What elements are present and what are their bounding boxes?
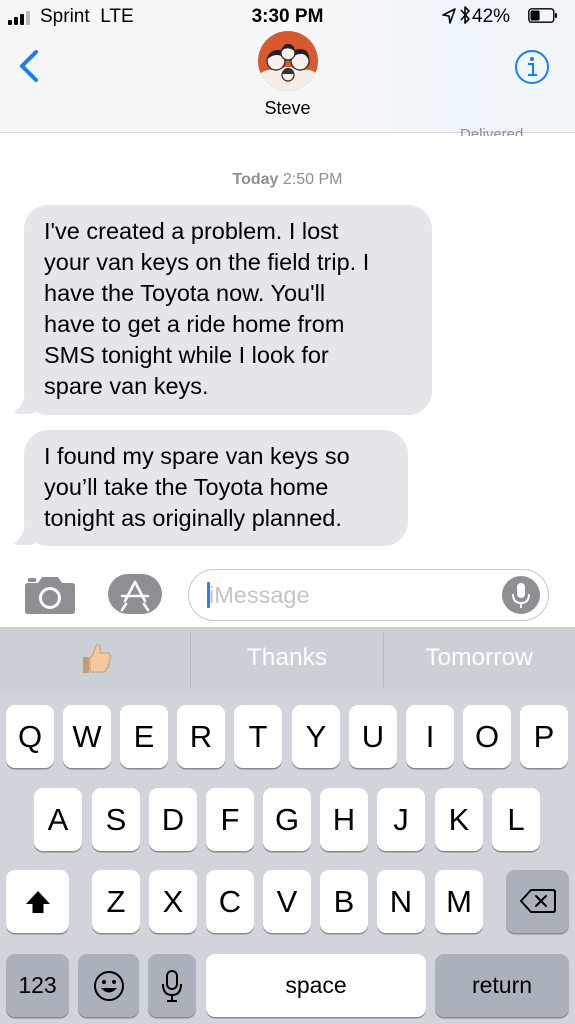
key-q[interactable]: Q xyxy=(6,705,54,768)
key-h[interactable]: H xyxy=(320,788,368,851)
message-bubble-incoming[interactable]: I've created a problem. I lost your van … xyxy=(24,205,432,415)
key-p[interactable]: P xyxy=(520,705,568,768)
key-w[interactable]: W xyxy=(63,705,111,768)
key-d[interactable]: D xyxy=(149,788,197,851)
numbers-key[interactable]: 123 xyxy=(6,954,69,1017)
shift-key[interactable] xyxy=(6,870,69,933)
chevron-left-icon xyxy=(20,50,38,82)
message-line: you’ll take the Toyota home xyxy=(44,474,329,500)
microphone-icon xyxy=(512,583,530,608)
bluetooth-icon xyxy=(460,6,470,24)
message-timestamp: Today 2:50 PM xyxy=(232,171,343,188)
key-u[interactable]: U xyxy=(349,705,397,768)
suggestion-thanks[interactable]: Thanks xyxy=(191,627,383,693)
key-m[interactable]: M xyxy=(435,870,483,933)
smiley-face-icon xyxy=(93,971,124,1001)
location-arrow-icon xyxy=(442,8,456,24)
camera-button[interactable] xyxy=(24,573,76,615)
key-v[interactable]: V xyxy=(263,870,311,933)
info-button[interactable] xyxy=(514,49,550,85)
key-t[interactable]: T xyxy=(234,705,282,768)
key-x[interactable]: X xyxy=(149,870,197,933)
key-r[interactable]: R xyxy=(177,705,225,768)
app-store-icon xyxy=(108,574,162,614)
message-line: I've created a problem. I lost xyxy=(44,218,339,244)
key-o[interactable]: O xyxy=(463,705,511,768)
message-line: SMS tonight while I look for xyxy=(44,342,329,368)
key-a[interactable]: A xyxy=(34,788,82,851)
backspace-icon xyxy=(519,889,556,913)
battery-percent: 42% xyxy=(472,6,511,27)
back-button[interactable] xyxy=(14,44,50,88)
delete-key[interactable] xyxy=(506,870,569,933)
key-z[interactable]: Z xyxy=(92,870,140,933)
key-s[interactable]: S xyxy=(92,788,140,851)
delivered-status: Delivered xyxy=(460,126,524,136)
key-k[interactable]: K xyxy=(435,788,483,851)
input-placeholder: iMessage xyxy=(209,582,310,608)
contact-name[interactable]: Steve xyxy=(0,98,575,119)
message-bubble-incoming[interactable]: I found my spare van keys so you’ll take… xyxy=(24,430,408,546)
suggestion-emoji[interactable] xyxy=(0,627,191,693)
key-e[interactable]: E xyxy=(120,705,168,768)
app-store-button[interactable] xyxy=(108,574,162,614)
key-c[interactable]: C xyxy=(206,870,254,933)
message-line: have the Toyota now. You'll xyxy=(44,280,326,306)
thumbs-up-emoji-icon xyxy=(82,643,111,673)
key-b[interactable]: B xyxy=(320,870,368,933)
key-f[interactable]: F xyxy=(206,788,254,851)
shift-arrow-icon xyxy=(25,891,50,913)
emoji-key[interactable] xyxy=(78,954,139,1017)
dictation-key[interactable] xyxy=(148,954,196,1017)
message-line: have to get a ride home from xyxy=(44,311,345,337)
avatar-illustration xyxy=(258,31,318,91)
battery-icon xyxy=(528,8,557,23)
key-n[interactable]: N xyxy=(377,870,425,933)
dictation-button[interactable] xyxy=(502,576,540,614)
key-y[interactable]: Y xyxy=(292,705,340,768)
message-line: spare van keys. xyxy=(44,373,209,399)
message-line: your van keys on the field trip. I xyxy=(44,249,370,275)
space-key[interactable]: space xyxy=(206,954,426,1017)
key-l[interactable]: L xyxy=(492,788,540,851)
contact-avatar[interactable] xyxy=(258,31,318,91)
key-i[interactable]: I xyxy=(406,705,454,768)
message-line: I found my spare van keys so xyxy=(44,443,350,469)
suggestion-tomorrow[interactable]: Tomorrow xyxy=(383,627,575,693)
camera-icon xyxy=(25,577,75,614)
key-j[interactable]: J xyxy=(377,788,425,851)
return-key[interactable]: return xyxy=(435,954,569,1017)
microphone-icon xyxy=(162,970,182,1002)
message-line: tonight as originally planned. xyxy=(44,505,342,531)
key-g[interactable]: G xyxy=(263,788,311,851)
imessage-input[interactable]: iMessage xyxy=(188,569,549,621)
